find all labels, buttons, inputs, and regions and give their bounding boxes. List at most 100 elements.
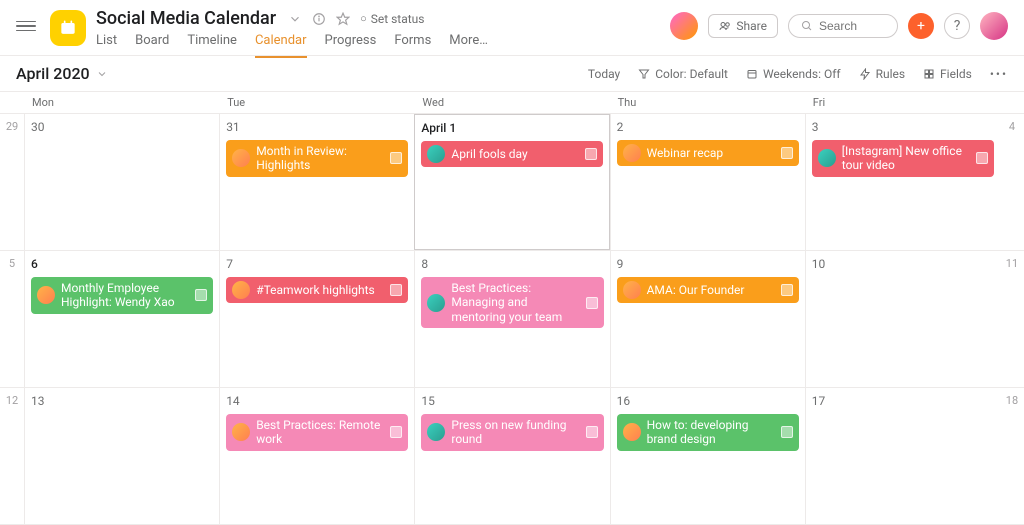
day-number: 30 bbox=[31, 120, 213, 134]
card-avatar bbox=[232, 281, 250, 299]
day-cell[interactable]: 13 bbox=[24, 388, 219, 524]
card-avatar bbox=[623, 144, 641, 162]
set-status-button[interactable]: Set status bbox=[360, 12, 424, 26]
day-cell[interactable]: April 1 April fools day bbox=[414, 114, 609, 250]
menu-icon[interactable] bbox=[16, 16, 36, 36]
tab-timeline[interactable]: Timeline bbox=[187, 33, 237, 58]
day-number: 10 bbox=[812, 257, 994, 271]
month-picker-icon[interactable] bbox=[96, 67, 108, 81]
tab-list[interactable]: List bbox=[96, 33, 117, 58]
day-number: April 1 bbox=[421, 121, 602, 135]
info-icon[interactable] bbox=[312, 11, 326, 26]
card-chip-icon bbox=[390, 284, 402, 296]
calendar-card[interactable]: [Instagram] New office tour video bbox=[812, 140, 994, 177]
card-title: #Teamwork highlights bbox=[256, 283, 384, 297]
calendar-card[interactable]: Monthly Employee Highlight: Wendy Xao bbox=[31, 277, 213, 314]
today-button[interactable]: Today bbox=[588, 67, 620, 81]
search-input[interactable] bbox=[819, 19, 879, 33]
card-title: AMA: Our Founder bbox=[647, 283, 775, 297]
card-chip-icon bbox=[586, 426, 598, 438]
card-avatar bbox=[37, 286, 55, 304]
calendar-card[interactable]: #Teamwork highlights bbox=[226, 277, 408, 303]
card-chip-icon bbox=[586, 297, 598, 309]
fields-button[interactable]: Fields bbox=[923, 67, 972, 81]
week-gutter-right: 11 bbox=[1000, 251, 1024, 387]
day-header: Fri bbox=[805, 92, 1000, 113]
color-filter[interactable]: Color: Default bbox=[638, 67, 728, 81]
more-menu-icon[interactable]: ••• bbox=[990, 67, 1008, 81]
filter-icon bbox=[638, 68, 650, 80]
card-title: Webinar recap bbox=[647, 146, 775, 160]
day-header: Mon bbox=[24, 92, 219, 113]
card-avatar bbox=[818, 149, 836, 167]
add-button[interactable]: + bbox=[908, 13, 934, 39]
day-cell[interactable]: 16 How to: developing brand design bbox=[610, 388, 805, 524]
day-cell[interactable]: 9AMA: Our Founder bbox=[610, 251, 805, 387]
lightning-icon bbox=[859, 68, 871, 80]
day-cell[interactable]: 7#Teamwork highlights bbox=[219, 251, 414, 387]
card-chip-icon bbox=[976, 152, 988, 164]
day-header: Tue bbox=[219, 92, 414, 113]
day-cell[interactable]: 31Month in Review: Highlights bbox=[219, 114, 414, 250]
card-title: How to: developing brand design bbox=[647, 418, 775, 447]
day-number: 15 bbox=[421, 394, 603, 408]
day-cell[interactable]: 14 Best Practices: Remote work bbox=[219, 388, 414, 524]
day-cell[interactable]: 15 Press on new funding round bbox=[414, 388, 609, 524]
card-chip-icon bbox=[585, 148, 597, 160]
card-avatar bbox=[427, 145, 445, 163]
view-tabs: List Board Timeline Calendar Progress Forms Mo… bbox=[96, 33, 488, 58]
calendar-card[interactable]: Best Practices: Managing and mentoring y… bbox=[421, 277, 603, 328]
calendar-card[interactable]: Webinar recap bbox=[617, 140, 799, 166]
calendar-card[interactable]: AMA: Our Founder bbox=[617, 277, 799, 303]
card-title: [Instagram] New office tour video bbox=[842, 144, 970, 173]
project-icon bbox=[50, 10, 86, 46]
tab-progress[interactable]: Progress bbox=[325, 33, 377, 58]
share-button[interactable]: Share bbox=[708, 14, 778, 38]
week-gutter-left: 29 bbox=[0, 114, 24, 250]
day-number: 14 bbox=[226, 394, 408, 408]
card-avatar bbox=[623, 281, 641, 299]
calendar-card[interactable]: Press on new funding round bbox=[421, 414, 603, 451]
day-cell[interactable]: 6 Monthly Employee Highlight: Wendy Xao bbox=[24, 251, 219, 387]
week-row: 293031Month in Review: HighlightsApril 1… bbox=[0, 114, 1024, 251]
tab-board[interactable]: Board bbox=[135, 33, 169, 58]
help-button[interactable]: ? bbox=[944, 13, 970, 39]
weekends-toggle[interactable]: Weekends: Off bbox=[746, 67, 841, 81]
week-gutter-left: 12 bbox=[0, 388, 24, 524]
day-cell[interactable]: 10 bbox=[805, 251, 1000, 387]
calendar-card[interactable]: Month in Review: Highlights bbox=[226, 140, 408, 177]
project-title[interactable]: Social Media Calendar bbox=[96, 8, 276, 29]
card-chip-icon bbox=[390, 152, 402, 164]
day-cell[interactable]: 3[Instagram] New office tour video bbox=[805, 114, 1000, 250]
card-chip-icon bbox=[390, 426, 402, 438]
tab-more[interactable]: More… bbox=[449, 33, 488, 58]
day-number: 6 bbox=[31, 257, 213, 271]
search-box[interactable] bbox=[788, 14, 898, 38]
week-row: 56 Monthly Employee Highlight: Wendy Xao 7… bbox=[0, 251, 1024, 388]
calendar-card[interactable]: How to: developing brand design bbox=[617, 414, 799, 451]
day-cell[interactable]: 30 bbox=[24, 114, 219, 250]
month-label[interactable]: April 2020 bbox=[16, 64, 90, 83]
rules-button[interactable]: Rules bbox=[859, 67, 905, 81]
card-chip-icon bbox=[781, 426, 793, 438]
card-chip-icon bbox=[195, 289, 207, 301]
week-gutter-left: 5 bbox=[0, 251, 24, 387]
chevron-down-icon[interactable] bbox=[288, 11, 302, 26]
day-number: 16 bbox=[617, 394, 799, 408]
day-cell[interactable]: 2 Webinar recap bbox=[610, 114, 805, 250]
day-cell[interactable]: 17 bbox=[805, 388, 1000, 524]
calendar-card[interactable]: April fools day bbox=[421, 141, 602, 167]
card-chip-icon bbox=[781, 147, 793, 159]
day-cell[interactable]: 8 Best Practices: Managing and mentoring … bbox=[414, 251, 609, 387]
calendar-card[interactable]: Best Practices: Remote work bbox=[226, 414, 408, 451]
star-icon[interactable] bbox=[336, 11, 350, 26]
tab-calendar[interactable]: Calendar bbox=[255, 33, 307, 58]
day-number: 8 bbox=[421, 257, 603, 271]
card-title: Month in Review: Highlights bbox=[256, 144, 384, 173]
card-title: Best Practices: Managing and mentoring y… bbox=[451, 281, 579, 324]
day-number: 2 bbox=[617, 120, 799, 134]
user-avatar[interactable] bbox=[980, 12, 1008, 40]
tab-forms[interactable]: Forms bbox=[394, 33, 431, 58]
card-title: Monthly Employee Highlight: Wendy Xao bbox=[61, 281, 189, 310]
avatar[interactable] bbox=[670, 12, 698, 40]
